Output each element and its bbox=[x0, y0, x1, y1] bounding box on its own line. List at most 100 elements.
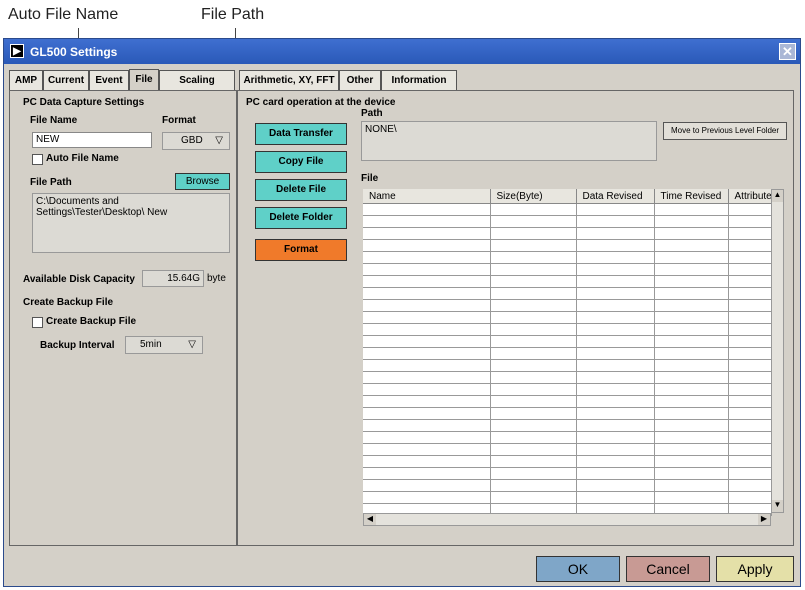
table-cell bbox=[654, 251, 729, 264]
backup-interval-label: Backup Interval bbox=[40, 340, 115, 351]
column-header-time-revised[interactable]: Time Revised bbox=[654, 189, 729, 204]
table-cell bbox=[728, 323, 772, 336]
scroll-left-icon[interactable]: ◀ bbox=[364, 514, 376, 525]
table-cell bbox=[654, 239, 729, 252]
table-cell bbox=[654, 407, 729, 420]
tab-event[interactable]: Event bbox=[89, 70, 129, 90]
settings-window: ▶ GL500 Settings ✕ AMP Current Event Fil… bbox=[3, 38, 801, 587]
table-cell bbox=[363, 251, 491, 264]
table-header-row: Name Size(Byte) Data Revised Time Revise… bbox=[363, 189, 772, 204]
table-cell bbox=[654, 335, 729, 348]
disk-capacity-value: 15.64G bbox=[142, 270, 204, 287]
table-cell bbox=[363, 335, 491, 348]
column-header-data-revised[interactable]: Data Revised bbox=[576, 189, 655, 204]
column-header-size[interactable]: Size(Byte) bbox=[490, 189, 577, 204]
table-cell bbox=[728, 359, 772, 372]
table-row[interactable] bbox=[363, 383, 772, 396]
close-button[interactable]: ✕ bbox=[779, 43, 796, 60]
format-select[interactable]: GBD ▽ bbox=[162, 132, 230, 150]
scroll-down-icon[interactable]: ▼ bbox=[772, 500, 783, 512]
table-row[interactable] bbox=[363, 311, 772, 324]
table-cell bbox=[728, 215, 772, 228]
data-transfer-button[interactable]: Data Transfer bbox=[255, 123, 347, 145]
column-header-attribute[interactable]: Attribute bbox=[728, 189, 772, 204]
table-cell bbox=[490, 251, 577, 264]
table-row[interactable] bbox=[363, 227, 772, 240]
move-to-previous-folder-button[interactable]: Move to Previous Level Folder bbox=[663, 122, 787, 140]
tab-arithmetic[interactable]: Arithmetic, XY, FFT bbox=[239, 70, 339, 90]
table-row[interactable] bbox=[363, 479, 772, 492]
table-row[interactable] bbox=[363, 287, 772, 300]
backup-interval-select[interactable]: 5min ▽ bbox=[125, 336, 203, 354]
file-path-field[interactable]: C:\Documents and Settings\Tester\Desktop… bbox=[32, 193, 230, 253]
ok-button[interactable]: OK bbox=[536, 556, 620, 582]
table-cell bbox=[490, 491, 577, 504]
table-cell bbox=[576, 335, 655, 348]
table-row[interactable] bbox=[363, 335, 772, 348]
file-name-input[interactable]: NEW bbox=[32, 132, 152, 148]
table-cell bbox=[728, 227, 772, 240]
table-cell bbox=[576, 299, 655, 312]
tab-scaling[interactable]: Scaling bbox=[159, 70, 235, 90]
copy-file-button[interactable]: Copy File bbox=[255, 151, 347, 173]
tab-information[interactable]: Information bbox=[381, 70, 457, 90]
table-row[interactable] bbox=[363, 263, 772, 276]
table-row[interactable] bbox=[363, 347, 772, 360]
table-row[interactable] bbox=[363, 251, 772, 264]
auto-file-name-checkbox[interactable] bbox=[32, 154, 43, 165]
table-row[interactable] bbox=[363, 203, 772, 216]
file-name-label: File Name bbox=[30, 115, 78, 126]
table-row[interactable] bbox=[363, 323, 772, 336]
table-cell bbox=[576, 251, 655, 264]
apply-button[interactable]: Apply bbox=[716, 556, 794, 582]
table-cell bbox=[363, 419, 491, 432]
tab-file[interactable]: File bbox=[129, 69, 159, 91]
table-row[interactable] bbox=[363, 431, 772, 444]
table-cell bbox=[363, 395, 491, 408]
path-field[interactable]: NONE\ bbox=[361, 121, 657, 161]
delete-folder-button[interactable]: Delete Folder bbox=[255, 207, 347, 229]
table-row[interactable] bbox=[363, 371, 772, 384]
file-table[interactable]: Name Size(Byte) Data Revised Time Revise… bbox=[363, 189, 772, 516]
table-row[interactable] bbox=[363, 215, 772, 228]
table-cell bbox=[654, 443, 729, 456]
table-row[interactable] bbox=[363, 467, 772, 480]
table-row[interactable] bbox=[363, 275, 772, 288]
table-cell bbox=[654, 455, 729, 468]
create-backup-checkbox[interactable] bbox=[32, 317, 43, 328]
table-cell bbox=[363, 275, 491, 288]
window-title: GL500 Settings bbox=[30, 45, 118, 59]
browse-button[interactable]: Browse bbox=[175, 173, 230, 190]
format-button[interactable]: Format bbox=[255, 239, 347, 261]
table-row[interactable] bbox=[363, 299, 772, 312]
table-row[interactable] bbox=[363, 395, 772, 408]
table-row[interactable] bbox=[363, 443, 772, 456]
table-cell bbox=[490, 263, 577, 276]
table-cell bbox=[654, 299, 729, 312]
table-row[interactable] bbox=[363, 407, 772, 420]
table-row[interactable] bbox=[363, 359, 772, 372]
table-cell bbox=[728, 467, 772, 480]
scroll-right-icon[interactable]: ▶ bbox=[758, 514, 770, 525]
tab-current[interactable]: Current bbox=[43, 70, 89, 90]
tab-amp[interactable]: AMP bbox=[9, 70, 43, 90]
table-cell bbox=[490, 479, 577, 492]
scroll-up-icon[interactable]: ▲ bbox=[772, 190, 783, 202]
table-row[interactable] bbox=[363, 239, 772, 252]
table-cell bbox=[576, 443, 655, 456]
table-cell bbox=[363, 287, 491, 300]
horizontal-scrollbar[interactable]: ◀ ▶ bbox=[363, 513, 771, 526]
backup-interval-value: 5min bbox=[140, 339, 162, 350]
table-row[interactable] bbox=[363, 455, 772, 468]
vertical-scrollbar[interactable]: ▲ ▼ bbox=[771, 189, 784, 513]
tab-other[interactable]: Other bbox=[339, 70, 381, 90]
delete-file-button[interactable]: Delete File bbox=[255, 179, 347, 201]
table-row[interactable] bbox=[363, 419, 772, 432]
cancel-button[interactable]: Cancel bbox=[626, 556, 710, 582]
table-cell bbox=[490, 395, 577, 408]
table-cell bbox=[654, 203, 729, 216]
path-label: Path bbox=[361, 108, 383, 119]
column-header-name[interactable]: Name bbox=[363, 189, 491, 204]
table-cell bbox=[654, 431, 729, 444]
table-row[interactable] bbox=[363, 491, 772, 504]
